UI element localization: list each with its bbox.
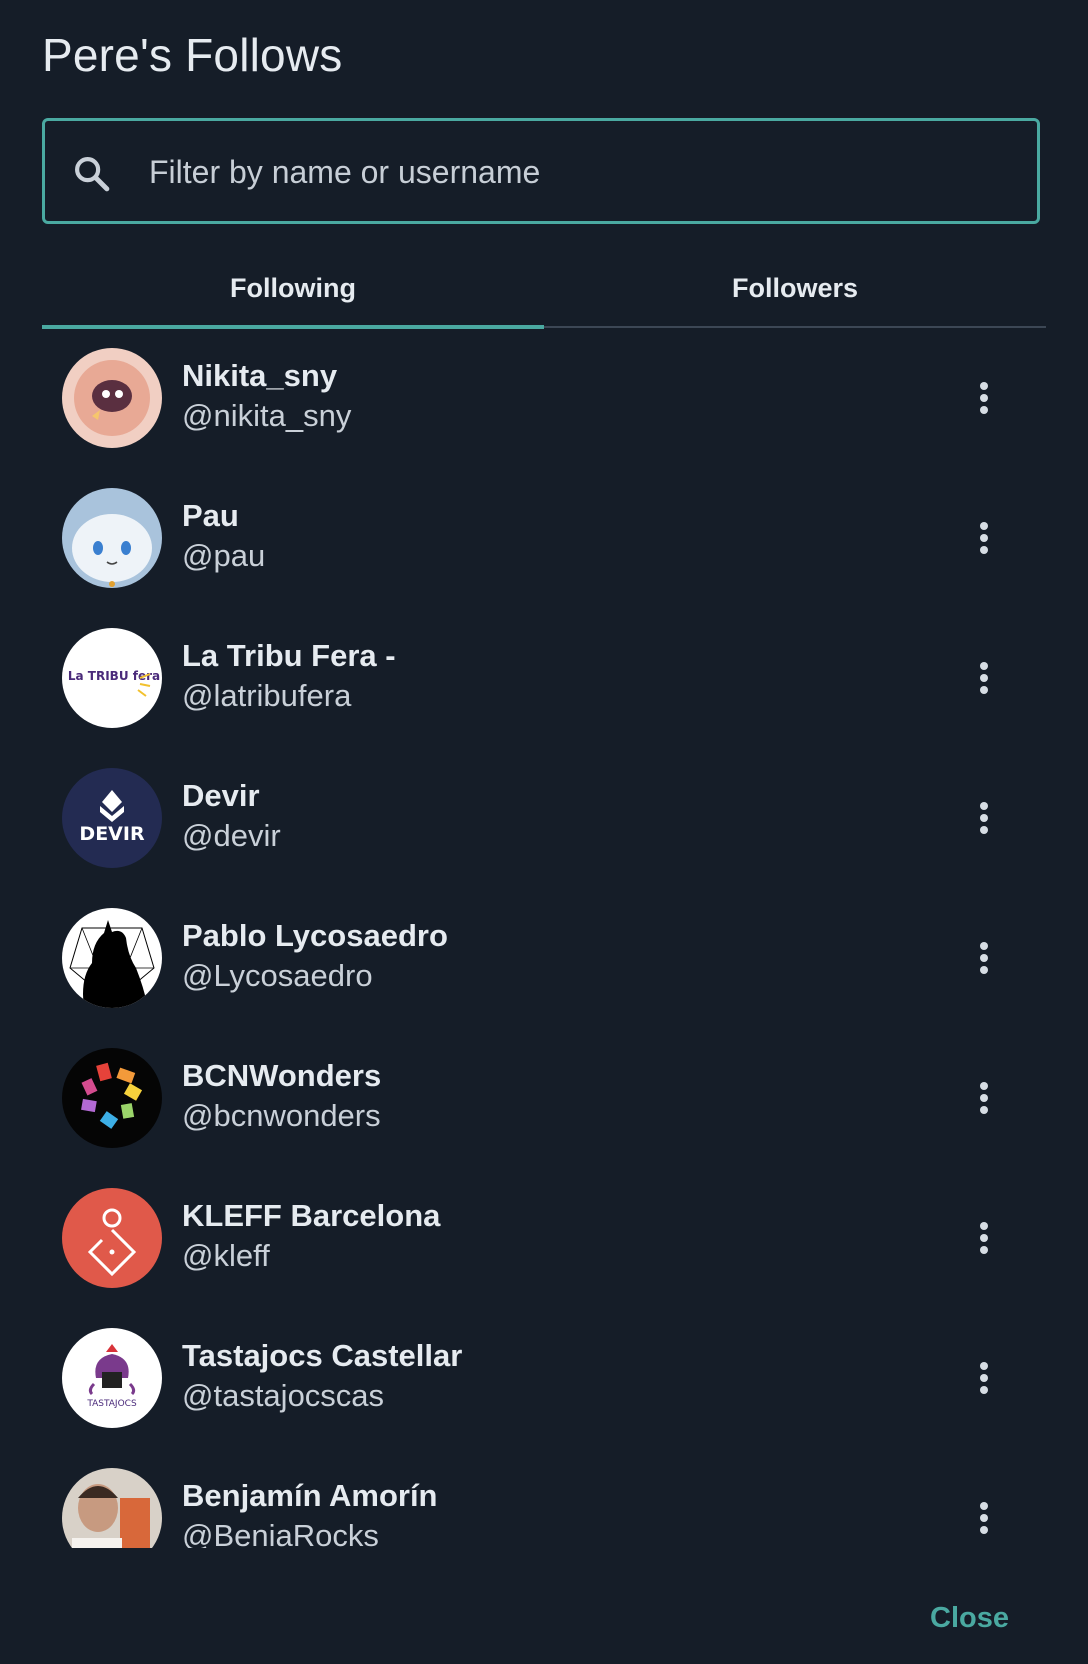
search-field[interactable]	[42, 118, 1040, 224]
more-vertical-icon[interactable]	[960, 1074, 1008, 1122]
user-name: BCNWonders	[182, 1058, 382, 1093]
list-item[interactable]: KLEFF Barcelona @kleff	[42, 1168, 1046, 1308]
user-handle: @kleff	[182, 1238, 270, 1273]
list-item[interactable]: La TRIBU fera La Tribu Fera - @latribufe…	[42, 608, 1046, 748]
list-item[interactable]: Pablo Lycosaedro @Lycosaedro	[42, 888, 1046, 1028]
avatar	[62, 1188, 162, 1288]
tab-following[interactable]: Following	[42, 250, 544, 326]
close-button[interactable]: Close	[930, 1602, 1009, 1635]
user-name: La Tribu Fera -	[182, 638, 396, 673]
user-name: KLEFF Barcelona	[182, 1198, 441, 1233]
avatar	[62, 488, 162, 588]
more-vertical-icon[interactable]	[960, 794, 1008, 842]
more-vertical-icon[interactable]	[960, 1494, 1008, 1542]
more-vertical-icon[interactable]	[960, 654, 1008, 702]
avatar	[62, 348, 162, 448]
search-icon	[71, 153, 113, 195]
user-handle: @tastajocscas	[182, 1378, 385, 1413]
list-item[interactable]: Pau @pau	[42, 468, 1046, 608]
more-vertical-icon[interactable]	[960, 1354, 1008, 1402]
search-input[interactable]	[149, 149, 1009, 195]
user-name: Nikita_sny	[182, 358, 338, 393]
more-vertical-icon[interactable]	[960, 934, 1008, 982]
user-name: Tastajocs Castellar	[182, 1338, 463, 1373]
avatar: DEVIR	[62, 768, 162, 868]
devir-logo-text: DEVIR	[79, 823, 145, 845]
user-name: Pau	[182, 498, 239, 533]
user-handle: @latribufera	[182, 678, 352, 713]
tab-bar: Following Followers	[42, 250, 1046, 329]
user-name: Benjamín Amorín	[182, 1478, 438, 1513]
tastajocs-logo-text: TASTAJOCS	[86, 1399, 137, 1409]
user-handle: @nikita_sny	[182, 398, 352, 433]
dialog-title: Pere's Follows	[42, 29, 343, 81]
tab-followers[interactable]: Followers	[544, 250, 1046, 326]
user-handle: @pau	[182, 538, 266, 573]
user-name: Devir	[182, 778, 260, 813]
more-vertical-icon[interactable]	[960, 514, 1008, 562]
user-handle: @bcnwonders	[182, 1098, 381, 1133]
user-handle: @BeniaRocks	[182, 1518, 379, 1548]
user-handle: @devir	[182, 818, 281, 853]
avatar: TASTAJOCS	[62, 1328, 162, 1428]
more-vertical-icon[interactable]	[960, 1214, 1008, 1262]
avatar	[62, 1048, 162, 1148]
list-item[interactable]: Benjamín Amorín @BeniaRocks	[42, 1448, 1046, 1548]
avatar	[62, 908, 162, 1008]
follow-list[interactable]: Nikita_sny @nikita_sny Pau @pau La TRIBU…	[42, 328, 1046, 1548]
avatar: La TRIBU fera	[62, 628, 162, 728]
list-item[interactable]: DEVIR Devir @devir	[42, 748, 1046, 888]
avatar	[62, 1468, 162, 1548]
user-handle: @Lycosaedro	[182, 958, 373, 993]
user-name: Pablo Lycosaedro	[182, 918, 448, 953]
list-item[interactable]: TASTAJOCS Tastajocs Castellar @tastajocs…	[42, 1308, 1046, 1448]
list-item[interactable]: BCNWonders @bcnwonders	[42, 1028, 1046, 1168]
list-item[interactable]: Nikita_sny @nikita_sny	[42, 328, 1046, 468]
more-vertical-icon[interactable]	[960, 374, 1008, 422]
